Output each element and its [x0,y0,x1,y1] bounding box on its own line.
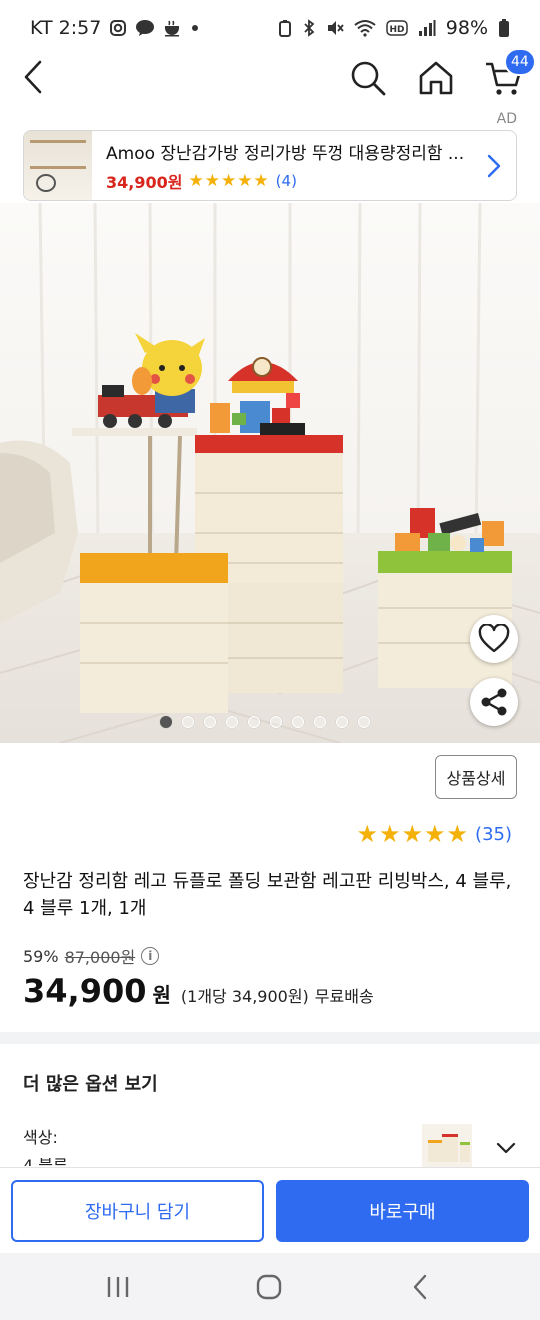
product-image[interactable] [0,203,540,743]
review-count: (35) [475,823,512,845]
gallery-dot[interactable] [182,716,194,728]
cup-icon [163,19,183,37]
share-icon[interactable] [470,678,518,726]
talk-icon [135,19,155,37]
top-navigation [0,46,540,108]
gallery-dot[interactable] [270,716,282,728]
final-price-row: 34,900 원 (1개당 34,900원) 무료배송 [23,972,374,1010]
hd-icon: HD [386,20,408,36]
search-icon[interactable] [348,58,388,98]
price-discount-row: 59% 87,000원 i [23,944,160,968]
section-divider [0,1032,540,1044]
battery-icon [498,18,510,38]
home-icon[interactable] [416,58,456,98]
dot-icon [191,24,199,32]
option-thumbnail[interactable] [422,1124,472,1168]
ad-price: 34,900원 [106,172,183,192]
system-navigation-bar [0,1253,540,1320]
ad-title: Amoo 장난감가방 정리가방 뚜껑 대용량정리함 ... [106,143,465,164]
ad-thumbnail [24,131,92,200]
option-label: 색상: [23,1128,58,1147]
svg-text:HD: HD [389,25,404,35]
currency-label: 원 [152,983,171,1007]
chevron-down-icon[interactable] [496,1140,516,1154]
product-detail-button[interactable]: 상품상세 [435,755,517,799]
ad-label: AD [496,111,517,127]
heart-icon[interactable] [470,615,518,663]
shipping-label: 무료배송 [314,987,374,1006]
gallery-dot[interactable] [292,716,304,728]
ad-review-count: (4) [275,171,297,190]
add-to-cart-button[interactable]: 장바구니 담기 [11,1180,264,1242]
rating-stars: ★★★★★ [356,820,470,848]
signal-icon [418,19,436,37]
final-price: 34,900 [23,972,147,1010]
gallery-dot[interactable] [336,716,348,728]
ad-rating-stars: ★★★★★ [188,170,270,191]
bluetooth-icon [302,19,316,37]
back-arrow-icon[interactable] [18,58,52,96]
gallery-dot[interactable] [160,716,172,728]
option-value: 4 블루 [23,1156,68,1166]
buy-now-button[interactable]: 바로구매 [276,1180,529,1242]
recent-apps-icon[interactable] [102,1271,134,1303]
instagram-icon [109,19,127,37]
ad-card[interactable]: Amoo 장난감가방 정리가방 뚜껑 대용량정리함 ... 34,900원 ★★… [23,130,517,201]
product-rating[interactable]: ★★★★★ (35) [356,820,512,848]
home-button-icon[interactable] [253,1271,285,1303]
original-price: 87,000원 [64,948,136,967]
info-icon[interactable]: i [141,947,160,965]
bottom-action-bar: 장바구니 담기 바로구매 [0,1167,540,1253]
gallery-dot[interactable] [226,716,238,728]
back-button-icon[interactable] [405,1271,437,1303]
gallery-dot[interactable] [248,716,260,728]
battery-percent: 98% [445,17,488,39]
gallery-indicator [160,716,370,728]
chevron-right-icon [486,153,502,179]
cart-count-badge: 44 [504,48,536,76]
gallery-dot[interactable] [314,716,326,728]
battery-saver-icon [278,19,292,37]
wifi-icon [354,19,376,37]
discount-rate: 59% [23,946,59,966]
more-options-title: 더 많은 옵션 보기 [23,1074,158,1095]
gallery-dot[interactable] [358,716,370,728]
gallery-dot[interactable] [204,716,216,728]
product-title: 장난감 정리함 레고 듀플로 폴딩 보관함 레고판 리빙박스, 4 블루, 4 … [23,871,512,919]
carrier-time: KT 2:57 [30,17,102,39]
unit-price: (1개당 34,900원) [180,987,309,1006]
mute-icon [326,19,344,37]
